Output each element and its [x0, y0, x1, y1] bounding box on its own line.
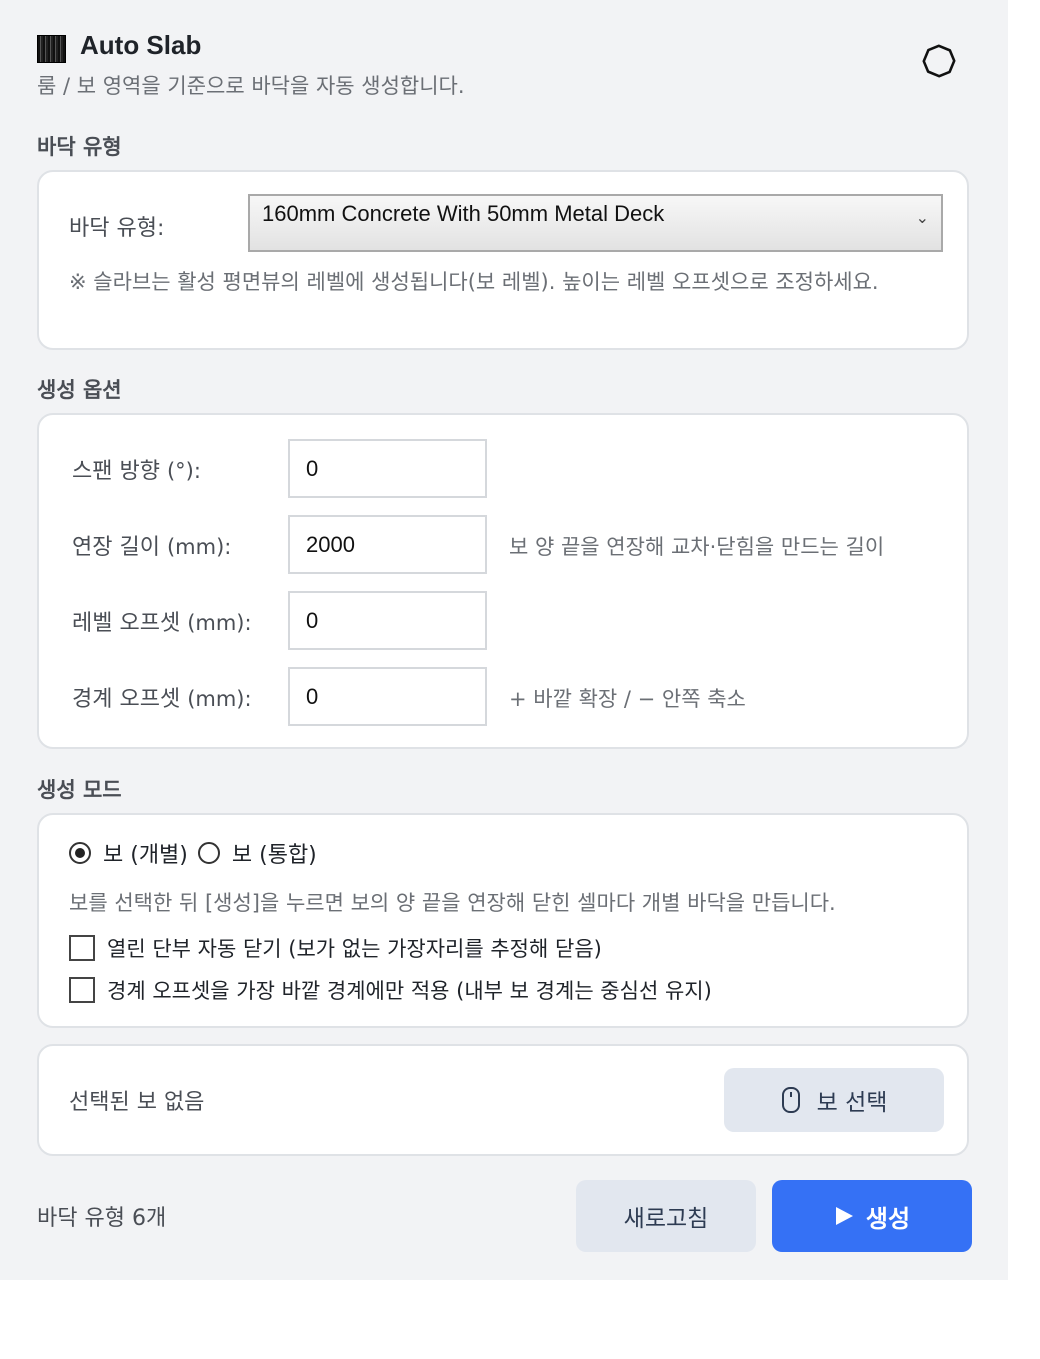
- extension-length-hint: 보 양 끝을 연장해 교차·닫힘을 만드는 길이: [509, 535, 885, 559]
- select-beams-label: 보 선택: [816, 1090, 888, 1116]
- play-icon: [835, 1207, 853, 1225]
- span-direction-label: 스팬 방향 (°):: [72, 459, 201, 484]
- slab-hatch-icon: [37, 35, 66, 63]
- extension-length-label: 연장 길이 (mm):: [72, 535, 232, 560]
- mode-card: 보 (개별) 보 (통합) 보를 선택한 뒤 [생성]을 누르면 보의 양 끝을…: [37, 813, 969, 1028]
- radio-combined-label[interactable]: 보 (통합): [232, 837, 317, 869]
- floor-type-label: 바닥 유형:: [69, 216, 165, 241]
- gear-icon: [922, 44, 956, 78]
- auto-close-checkbox[interactable]: [69, 935, 95, 961]
- boundary-offset-label: 경계 오프셋 (mm):: [72, 687, 252, 712]
- generate-label: 생성: [865, 1204, 911, 1233]
- app-title: Auto Slab: [80, 30, 202, 60]
- floor-type-select[interactable]: 160mm Concrete With 50mm Metal Deck ⌄: [248, 194, 943, 252]
- outer-only-label[interactable]: 경계 오프셋을 가장 바깥 경계에만 적용 (내부 보 경계는 중심선 유지): [107, 975, 712, 1005]
- selection-status: 선택된 보 없음: [69, 1090, 205, 1115]
- mode-heading: 생성 모드: [37, 778, 122, 802]
- settings-button[interactable]: [922, 44, 956, 78]
- radio-combined[interactable]: [197, 842, 220, 864]
- auto-slab-panel: Auto Slab 룸 / 보 영역을 기준으로 바닥을 자동 생성합니다. 바…: [0, 0, 1008, 1280]
- app-subtitle: 룸 / 보 영역을 기준으로 바닥을 자동 생성합니다.: [37, 74, 465, 98]
- floor-type-heading: 바닥 유형: [37, 135, 122, 159]
- refresh-label: 새로고침: [623, 1206, 709, 1232]
- select-beams-button[interactable]: 보 선택: [724, 1068, 944, 1132]
- extension-length-input[interactable]: 2000: [288, 515, 487, 574]
- options-heading: 생성 옵션: [37, 378, 122, 402]
- auto-close-label[interactable]: 열린 단부 자동 닫기 (보가 없는 가장자리를 추정해 닫음): [107, 933, 602, 963]
- level-offset-input[interactable]: 0: [288, 591, 487, 650]
- boundary-offset-hint: + 바깥 확장 / − 안쪽 축소: [509, 687, 746, 711]
- floor-type-selected-value: 160mm Concrete With 50mm Metal Deck: [262, 201, 665, 226]
- mode-radio-group: 보 (개별) 보 (통합): [69, 837, 317, 869]
- generate-button[interactable]: 생성: [772, 1180, 972, 1252]
- auto-close-row: 열린 단부 자동 닫기 (보가 없는 가장자리를 추정해 닫음): [69, 933, 602, 963]
- floor-type-count: 바닥 유형 6개: [37, 1206, 167, 1231]
- selection-card: 선택된 보 없음 보 선택: [37, 1044, 969, 1156]
- floor-type-card: 바닥 유형: 160mm Concrete With 50mm Metal De…: [37, 170, 969, 350]
- mouse-icon: [781, 1087, 800, 1113]
- mode-description: 보를 선택한 뒤 [생성]을 누르면 보의 양 끝을 연장해 닫힌 셀마다 개별…: [69, 891, 836, 915]
- level-offset-label: 레벨 오프셋 (mm):: [72, 611, 252, 636]
- span-direction-input[interactable]: 0: [288, 439, 487, 498]
- outer-only-checkbox[interactable]: [69, 977, 95, 1003]
- chevron-down-icon: ⌄: [915, 210, 929, 227]
- outer-only-row: 경계 오프셋을 가장 바깥 경계에만 적용 (내부 보 경계는 중심선 유지): [69, 975, 712, 1005]
- radio-individual-label[interactable]: 보 (개별): [103, 837, 188, 869]
- radio-selected-dot: [75, 848, 85, 858]
- floor-type-note: ※ 슬라브는 활성 평면뷰의 레벨에 생성됩니다(보 레벨). 높이는 레벨 오…: [69, 270, 879, 294]
- radio-individual[interactable]: [69, 842, 91, 864]
- options-card: 스팬 방향 (°): 0 연장 길이 (mm): 2000 보 양 끝을 연장해…: [37, 413, 969, 749]
- refresh-button[interactable]: 새로고침: [576, 1180, 756, 1252]
- boundary-offset-input[interactable]: 0: [288, 667, 487, 726]
